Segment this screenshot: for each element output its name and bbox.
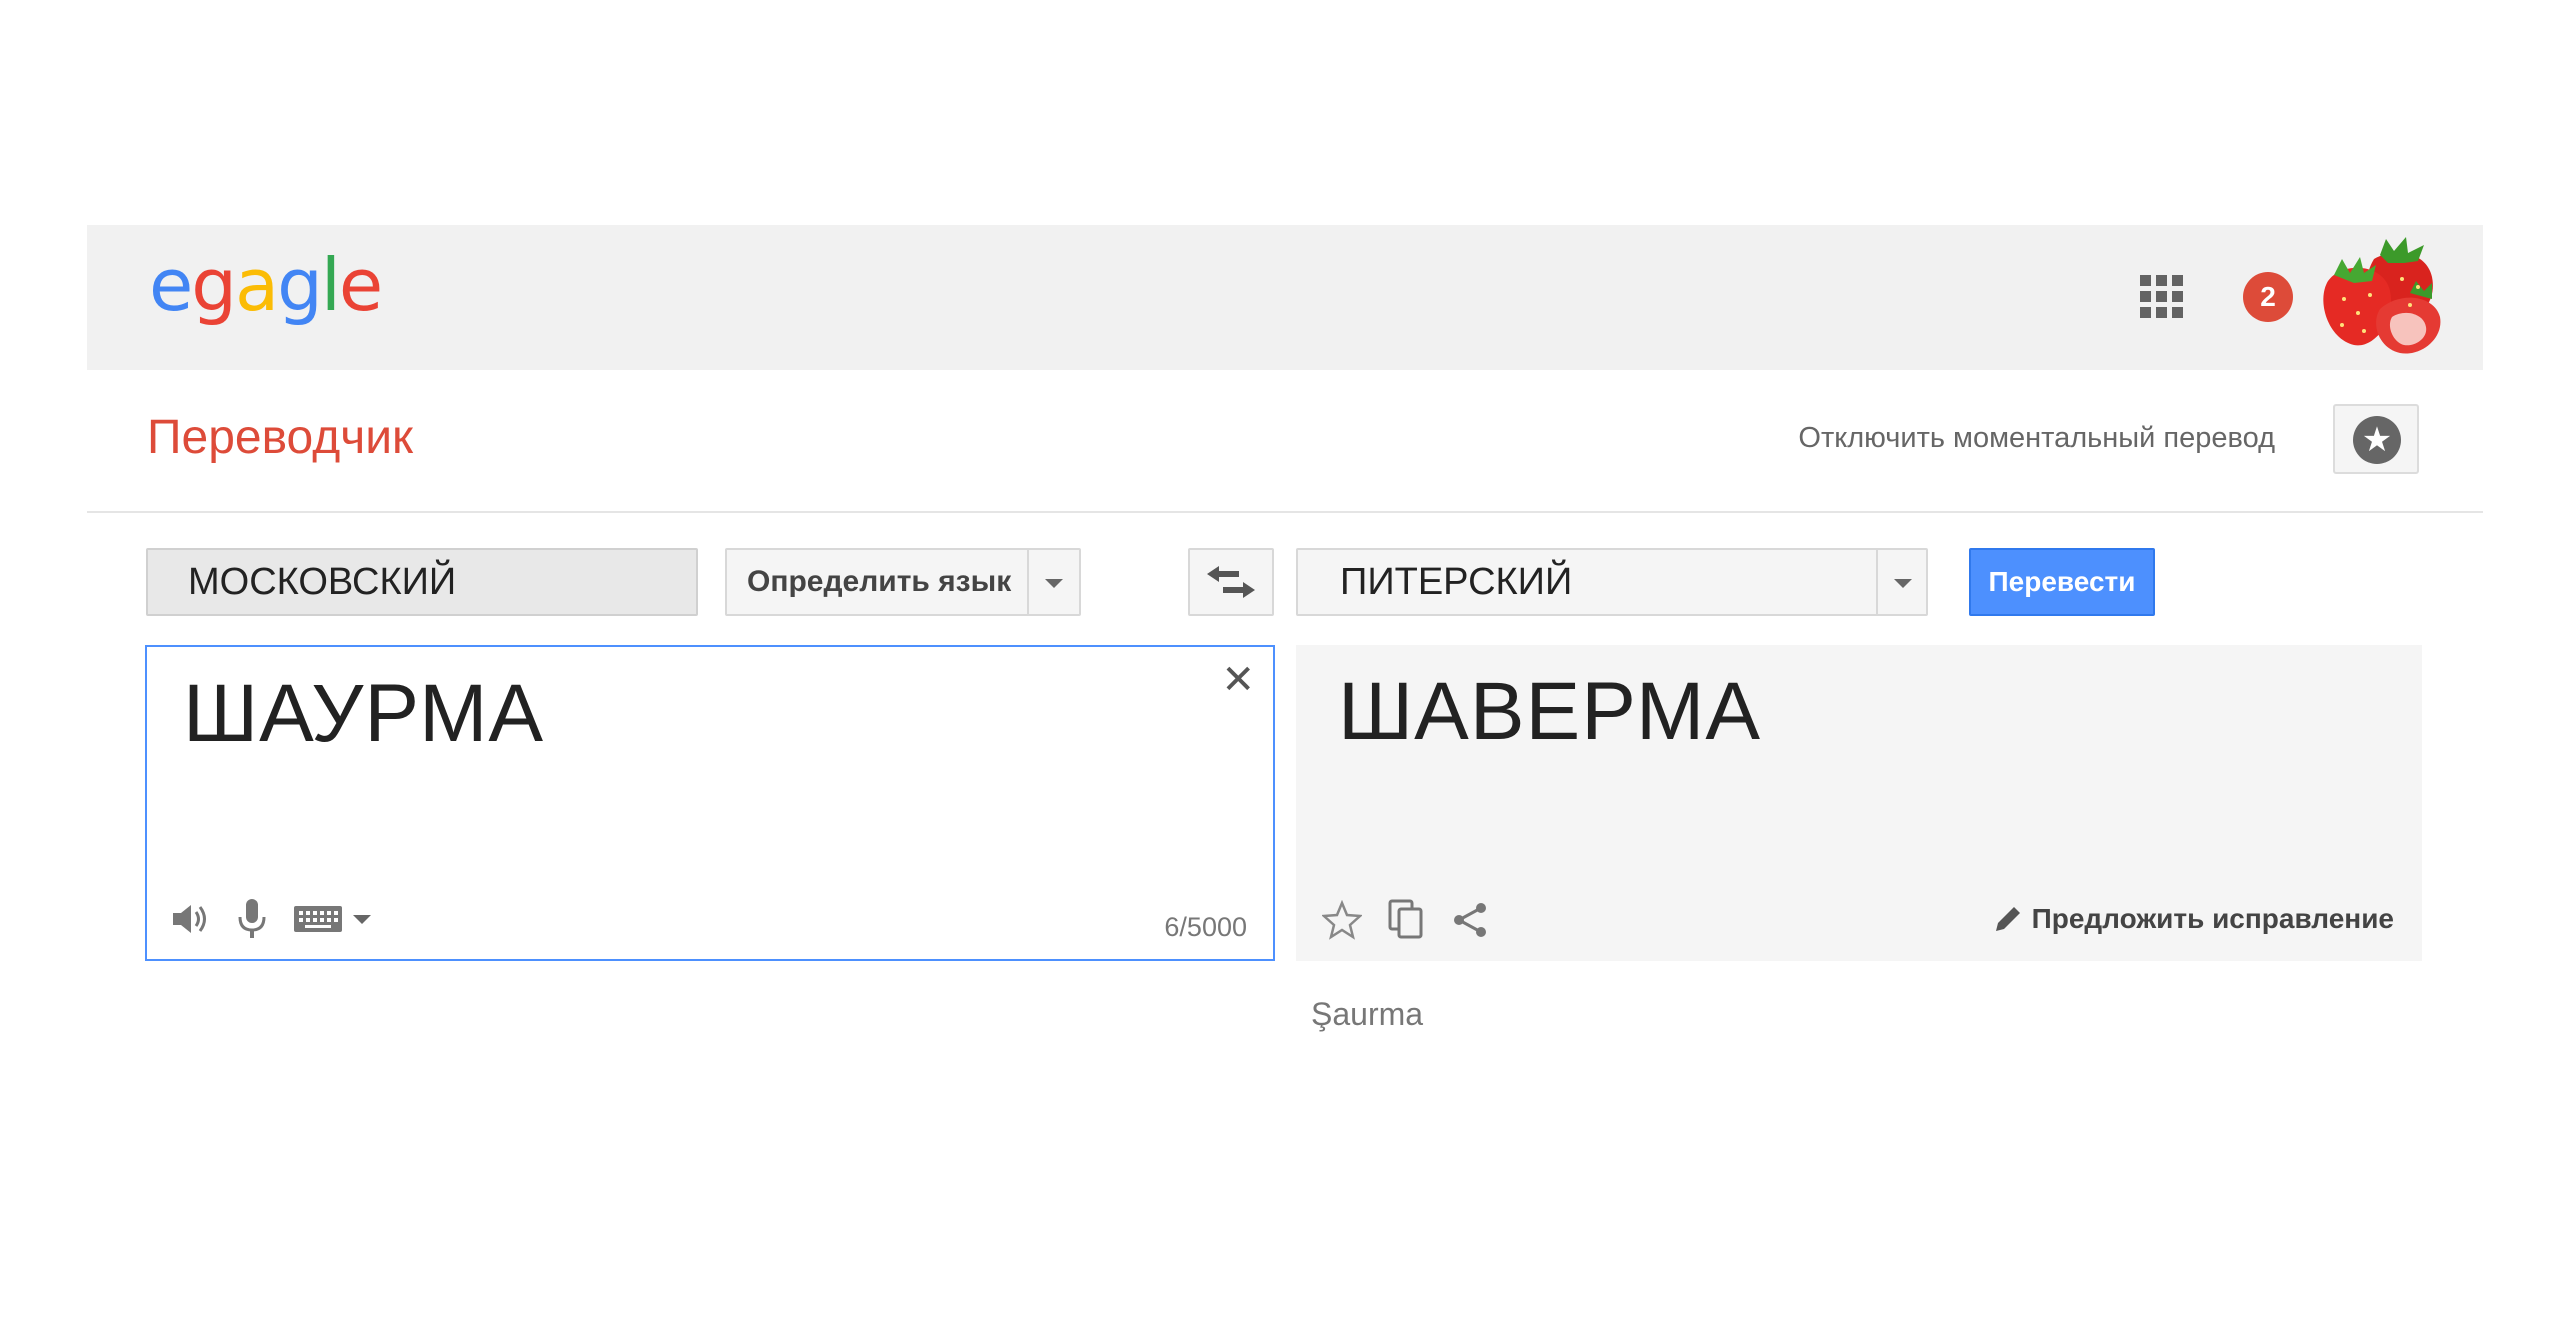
logo-letter: e (149, 243, 193, 327)
speaker-icon[interactable] (169, 901, 211, 937)
source-tools (169, 897, 371, 941)
target-language-dropdown[interactable]: ПИТЕРСКИЙ (1296, 548, 1928, 616)
translation-result-area: ШАВЕРМА Предложить исправление (1296, 645, 2422, 961)
detect-language-dropdown[interactable]: Определить язык (725, 548, 1081, 616)
logo[interactable]: egagle (149, 243, 383, 327)
swap-arrows-icon (1207, 566, 1255, 598)
keyboard-button[interactable] (293, 904, 371, 934)
target-language-label: ПИТЕРСКИЙ (1340, 561, 1573, 603)
source-language-button[interactable]: МОСКОВСКИЙ (146, 548, 698, 616)
top-bar: egagle 2 (87, 225, 2483, 370)
suggest-edit-label: Предложить исправление (2031, 903, 2394, 934)
character-count: 6/5000 (1164, 912, 1247, 942)
source-text[interactable]: ШАУРМА (183, 667, 544, 761)
source-text-area[interactable]: ШАУРМА ✕ 6/5000 (145, 645, 1275, 961)
star-outline-icon[interactable] (1322, 900, 1362, 940)
clear-icon[interactable]: ✕ (1221, 657, 1255, 703)
logo-letter: g (191, 243, 237, 327)
chevron-down-icon (353, 914, 371, 924)
chevron-down-icon (1894, 579, 1912, 588)
swap-languages-button[interactable] (1188, 548, 1274, 616)
chevron-down-icon (1045, 579, 1063, 588)
logo-letter: e (338, 243, 383, 327)
share-icon[interactable] (1450, 900, 1490, 940)
copy-icon[interactable] (1386, 899, 1426, 941)
translate-button[interactable]: Перевести (1969, 548, 2155, 616)
notification-badge[interactable]: 2 (2243, 272, 2293, 322)
starred-phrasebook-button[interactable]: ★ (2333, 404, 2419, 474)
translator-header: Переводчик Отключить моментальный перево… (87, 370, 2483, 513)
logo-letter: g (277, 243, 323, 327)
detect-language-label: Определить язык (747, 565, 1012, 598)
page-title[interactable]: Переводчик (147, 410, 413, 465)
star-icon: ★ (2353, 416, 2401, 464)
apps-grid-icon[interactable] (2140, 275, 2184, 319)
dropdown-divider (1876, 550, 1878, 614)
logo-letter: l (320, 243, 341, 327)
translated-text: ШАВЕРМА (1338, 666, 1762, 757)
instant-translation-toggle[interactable]: Отключить моментальный перевод (1798, 422, 2275, 455)
transliteration: Şaurma (1311, 996, 1424, 1032)
microphone-icon[interactable] (235, 897, 269, 941)
pencil-icon (1995, 907, 2020, 931)
keyboard-icon (294, 906, 342, 932)
dropdown-divider (1027, 550, 1029, 614)
translation-tools (1322, 899, 1490, 941)
suggest-edit-button[interactable]: Предложить исправление (1992, 903, 2394, 935)
strawberry-avatar-icon[interactable] (2314, 229, 2454, 359)
logo-letter: a (235, 243, 279, 327)
